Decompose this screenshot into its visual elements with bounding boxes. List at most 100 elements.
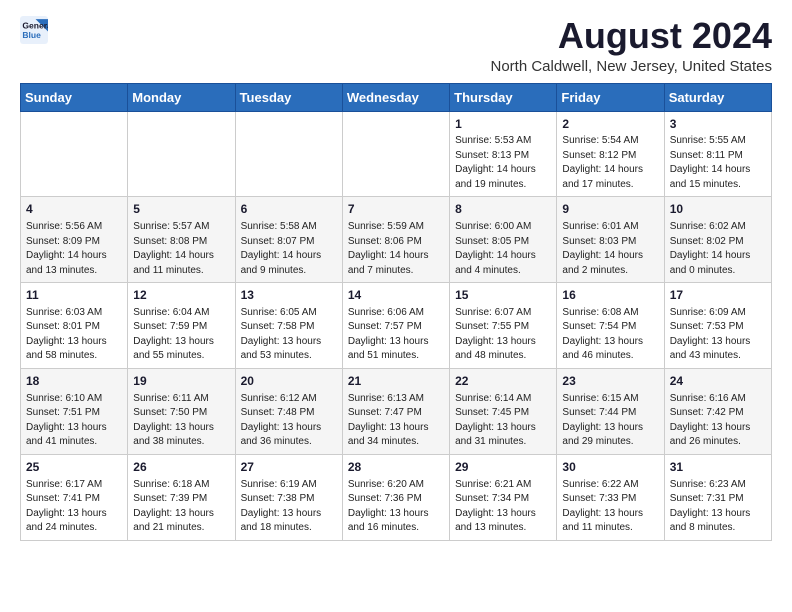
cell-daylight-info: Sunrise: 6:21 AM Sunset: 7:34 PM Dayligh… — [455, 478, 551, 536]
calendar-week-row: 18 Sunrise: 6:10 AM Sunset: 7:51 PM Dayli… — [21, 368, 772, 454]
calendar-cell: 4 Sunrise: 5:56 AM Sunset: 8:09 PM Daylig… — [21, 197, 128, 283]
main-title: August 2024 — [491, 16, 773, 56]
cell-daylight-info: Sunrise: 6:15 AM Sunset: 7:44 PM Dayligh… — [562, 392, 658, 450]
calendar-table: SundayMondayTuesdayWednesdayThursdayFrid… — [20, 83, 772, 541]
day-number: 31 — [670, 459, 766, 476]
day-number: 1 — [455, 116, 551, 133]
calendar-cell — [128, 111, 235, 197]
day-number: 17 — [670, 287, 766, 304]
cell-daylight-info: Sunrise: 5:59 AM Sunset: 8:06 PM Dayligh… — [348, 220, 444, 278]
calendar-cell: 2Sunrise: 5:54 AM Sunset: 8:12 PM Daylig… — [557, 111, 664, 197]
calendar-cell: 21Sunrise: 6:13 AM Sunset: 7:47 PM Dayli… — [342, 368, 449, 454]
day-number: 23 — [562, 373, 658, 390]
day-number: 12 — [133, 287, 229, 304]
cell-daylight-info: Sunrise: 6:20 AM Sunset: 7:36 PM Dayligh… — [348, 478, 444, 536]
day-number: 11 — [26, 287, 122, 304]
day-number: 5 — [133, 201, 229, 218]
day-number: 25 — [26, 459, 122, 476]
calendar-cell: 28 Sunrise: 6:20 AM Sunset: 7:36 PM Dayli… — [342, 454, 449, 540]
calendar-cell: 7 Sunrise: 5:59 AM Sunset: 8:06 PM Daylig… — [342, 197, 449, 283]
cell-daylight-info: Sunrise: 6:19 AM Sunset: 7:38 PM Dayligh… — [241, 478, 337, 536]
day-number: 22 — [455, 373, 551, 390]
weekday-header-saturday: Saturday — [664, 83, 771, 111]
calendar-cell: 11 Sunrise: 6:03 AM Sunset: 8:01 PM Dayli… — [21, 283, 128, 369]
calendar-week-row: 25 Sunrise: 6:17 AM Sunset: 7:41 PM Dayli… — [21, 454, 772, 540]
day-number: 7 — [348, 201, 444, 218]
page-header: General Blue August 2024 North Caldwell,… — [20, 16, 772, 75]
calendar-cell: 26Sunrise: 6:18 AM Sunset: 7:39 PM Dayli… — [128, 454, 235, 540]
day-number: 28 — [348, 459, 444, 476]
svg-text:General: General — [22, 20, 48, 30]
day-number: 27 — [241, 459, 337, 476]
cell-daylight-info: Sunrise: 6:10 AM Sunset: 7:51 PM Dayligh… — [26, 392, 122, 450]
logo-icon: General Blue — [20, 16, 48, 44]
day-number: 4 — [26, 201, 122, 218]
calendar-cell: 22 Sunrise: 6:14 AM Sunset: 7:45 PM Dayli… — [450, 368, 557, 454]
day-number: 30 — [562, 459, 658, 476]
calendar-cell: 6 Sunrise: 5:58 AM Sunset: 8:07 PM Daylig… — [235, 197, 342, 283]
cell-daylight-info: Sunrise: 6:05 AM Sunset: 7:58 PM Dayligh… — [241, 306, 337, 364]
day-number: 6 — [241, 201, 337, 218]
calendar-cell: 10 Sunrise: 6:02 AM Sunset: 8:02 PM Dayli… — [664, 197, 771, 283]
calendar-cell — [342, 111, 449, 197]
cell-daylight-info: Sunrise: 6:07 AM Sunset: 7:55 PM Dayligh… — [455, 306, 551, 364]
cell-daylight-info: Sunrise: 6:02 AM Sunset: 8:02 PM Dayligh… — [670, 220, 766, 278]
day-number: 18 — [26, 373, 122, 390]
day-number: 16 — [562, 287, 658, 304]
cell-daylight-info: Sunrise: 5:58 AM Sunset: 8:07 PM Dayligh… — [241, 220, 337, 278]
cell-daylight-info: Sunrise: 6:17 AM Sunset: 7:41 PM Dayligh… — [26, 478, 122, 536]
cell-daylight-info: Sunrise: 6:22 AM Sunset: 7:33 PM Dayligh… — [562, 478, 658, 536]
cell-daylight-info: Sunrise: 6:23 AM Sunset: 7:31 PM Dayligh… — [670, 478, 766, 536]
weekday-header-monday: Monday — [128, 83, 235, 111]
day-number: 15 — [455, 287, 551, 304]
calendar-cell: 15 Sunrise: 6:07 AM Sunset: 7:55 PM Dayli… — [450, 283, 557, 369]
weekday-header-tuesday: Tuesday — [235, 83, 342, 111]
svg-text:Blue: Blue — [22, 30, 41, 40]
calendar-cell — [235, 111, 342, 197]
calendar-cell: 3Sunrise: 5:55 AM Sunset: 8:11 PM Daylig… — [664, 111, 771, 197]
weekday-header-row: SundayMondayTuesdayWednesdayThursdayFrid… — [21, 83, 772, 111]
cell-daylight-info: Sunrise: 6:16 AM Sunset: 7:42 PM Dayligh… — [670, 392, 766, 450]
cell-daylight-info: Sunrise: 5:54 AM Sunset: 8:12 PM Dayligh… — [562, 134, 658, 192]
cell-daylight-info: Sunrise: 5:56 AM Sunset: 8:09 PM Dayligh… — [26, 220, 122, 278]
logo: General Blue — [20, 16, 48, 44]
calendar-cell: 5 Sunrise: 5:57 AM Sunset: 8:08 PM Daylig… — [128, 197, 235, 283]
cell-daylight-info: Sunrise: 6:09 AM Sunset: 7:53 PM Dayligh… — [670, 306, 766, 364]
day-number: 13 — [241, 287, 337, 304]
cell-daylight-info: Sunrise: 5:57 AM Sunset: 8:08 PM Dayligh… — [133, 220, 229, 278]
day-number: 2 — [562, 116, 658, 133]
cell-daylight-info: Sunrise: 6:01 AM Sunset: 8:03 PM Dayligh… — [562, 220, 658, 278]
calendar-week-row: 1Sunrise: 5:53 AM Sunset: 8:13 PM Daylig… — [21, 111, 772, 197]
cell-daylight-info: Sunrise: 5:55 AM Sunset: 8:11 PM Dayligh… — [670, 134, 766, 192]
calendar-cell: 19Sunrise: 6:11 AM Sunset: 7:50 PM Dayli… — [128, 368, 235, 454]
calendar-cell: 9Sunrise: 6:01 AM Sunset: 8:03 PM Daylig… — [557, 197, 664, 283]
title-block: August 2024 North Caldwell, New Jersey, … — [491, 16, 773, 75]
calendar-cell: 8Sunrise: 6:00 AM Sunset: 8:05 PM Daylig… — [450, 197, 557, 283]
day-number: 3 — [670, 116, 766, 133]
calendar-cell: 18 Sunrise: 6:10 AM Sunset: 7:51 PM Dayli… — [21, 368, 128, 454]
calendar-cell: 20Sunrise: 6:12 AM Sunset: 7:48 PM Dayli… — [235, 368, 342, 454]
cell-daylight-info: Sunrise: 6:12 AM Sunset: 7:48 PM Dayligh… — [241, 392, 337, 450]
calendar-week-row: 4 Sunrise: 5:56 AM Sunset: 8:09 PM Daylig… — [21, 197, 772, 283]
calendar-cell: 13 Sunrise: 6:05 AM Sunset: 7:58 PM Dayli… — [235, 283, 342, 369]
cell-daylight-info: Sunrise: 6:03 AM Sunset: 8:01 PM Dayligh… — [26, 306, 122, 364]
day-number: 14 — [348, 287, 444, 304]
calendar-week-row: 11 Sunrise: 6:03 AM Sunset: 8:01 PM Dayli… — [21, 283, 772, 369]
calendar-cell: 1Sunrise: 5:53 AM Sunset: 8:13 PM Daylig… — [450, 111, 557, 197]
calendar-cell: 30 Sunrise: 6:22 AM Sunset: 7:33 PM Dayli… — [557, 454, 664, 540]
day-number: 19 — [133, 373, 229, 390]
cell-daylight-info: Sunrise: 6:00 AM Sunset: 8:05 PM Dayligh… — [455, 220, 551, 278]
cell-daylight-info: Sunrise: 6:08 AM Sunset: 7:54 PM Dayligh… — [562, 306, 658, 364]
day-number: 29 — [455, 459, 551, 476]
calendar-cell: 23 Sunrise: 6:15 AM Sunset: 7:44 PM Dayli… — [557, 368, 664, 454]
calendar-cell: 16 Sunrise: 6:08 AM Sunset: 7:54 PM Dayli… — [557, 283, 664, 369]
cell-daylight-info: Sunrise: 6:14 AM Sunset: 7:45 PM Dayligh… — [455, 392, 551, 450]
calendar-cell: 25 Sunrise: 6:17 AM Sunset: 7:41 PM Dayli… — [21, 454, 128, 540]
weekday-header-sunday: Sunday — [21, 83, 128, 111]
weekday-header-friday: Friday — [557, 83, 664, 111]
calendar-cell: 14Sunrise: 6:06 AM Sunset: 7:57 PM Dayli… — [342, 283, 449, 369]
cell-daylight-info: Sunrise: 6:13 AM Sunset: 7:47 PM Dayligh… — [348, 392, 444, 450]
subtitle: North Caldwell, New Jersey, United State… — [491, 58, 773, 75]
calendar-cell: 27 Sunrise: 6:19 AM Sunset: 7:38 PM Dayli… — [235, 454, 342, 540]
day-number: 10 — [670, 201, 766, 218]
